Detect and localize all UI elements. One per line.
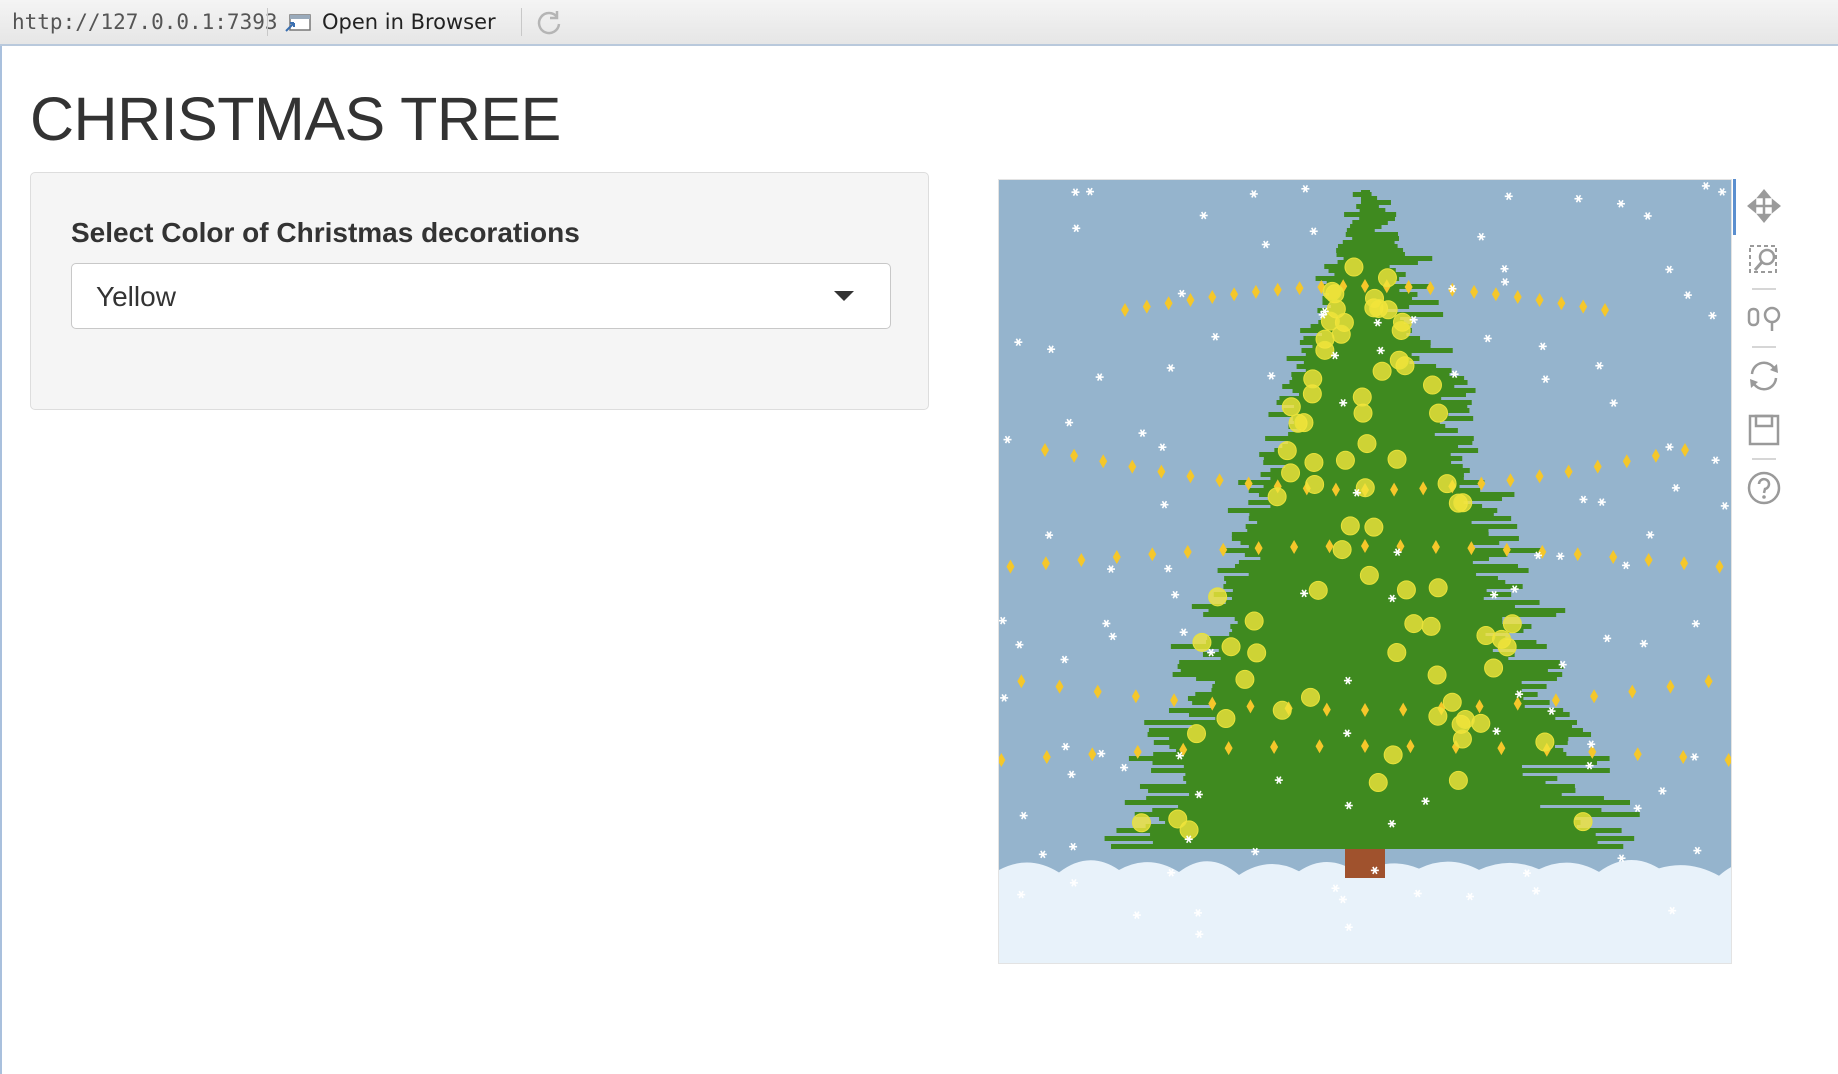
ornament bbox=[1442, 692, 1462, 712]
open-in-browser-label: Open in Browser bbox=[322, 10, 496, 34]
divider bbox=[521, 8, 522, 36]
ornament bbox=[1267, 487, 1287, 507]
ornament bbox=[1364, 517, 1384, 537]
ornament bbox=[1389, 350, 1409, 370]
ornament bbox=[1404, 614, 1424, 634]
ornament bbox=[1378, 300, 1398, 320]
ornament bbox=[1355, 478, 1375, 498]
modebar-active-indicator bbox=[1733, 179, 1736, 235]
ornament bbox=[1484, 658, 1504, 678]
address-bar: http://127.0.0.1:7393 Open in Browser bbox=[0, 0, 1838, 46]
ornament bbox=[1387, 449, 1407, 469]
ornament bbox=[1387, 643, 1407, 663]
ornament bbox=[1221, 637, 1241, 657]
ornament bbox=[1396, 580, 1416, 600]
ornament bbox=[1427, 665, 1447, 685]
refresh-icon[interactable] bbox=[534, 7, 564, 37]
ornament bbox=[1453, 493, 1473, 513]
ornament bbox=[1429, 403, 1449, 423]
open-window-icon bbox=[284, 11, 312, 33]
divider bbox=[267, 8, 268, 36]
ornament bbox=[1281, 463, 1301, 483]
ornament bbox=[1132, 813, 1152, 833]
zoom-icon[interactable] bbox=[1744, 240, 1784, 280]
ornament bbox=[1272, 700, 1292, 720]
tree-canvas bbox=[999, 180, 1731, 963]
ornament bbox=[1235, 669, 1255, 689]
ornament bbox=[1315, 340, 1335, 360]
ornament bbox=[1573, 812, 1593, 832]
ornament bbox=[1368, 773, 1388, 793]
help-icon[interactable] bbox=[1744, 468, 1784, 508]
reset-icon[interactable] bbox=[1744, 356, 1784, 396]
ornament bbox=[1455, 709, 1475, 729]
tree-branch bbox=[1111, 844, 1624, 849]
ornament bbox=[1497, 637, 1517, 657]
ornament bbox=[1305, 474, 1325, 494]
ornament bbox=[1421, 616, 1441, 636]
save-icon[interactable] bbox=[1744, 410, 1784, 450]
modebar-divider bbox=[1752, 288, 1776, 290]
ornament bbox=[1428, 706, 1448, 726]
ornament bbox=[1281, 397, 1301, 417]
ornament bbox=[1476, 626, 1496, 646]
caret-down-icon bbox=[834, 291, 854, 301]
ornament bbox=[1437, 474, 1457, 494]
ornament bbox=[1428, 578, 1448, 598]
sidebar-panel: Select Color of Christmas decorations Ye… bbox=[30, 172, 929, 410]
open-in-browser-button[interactable]: Open in Browser bbox=[284, 6, 496, 38]
ornament bbox=[1452, 729, 1472, 749]
page-title: CHRISTMAS TREE bbox=[30, 85, 561, 153]
ornament bbox=[1208, 587, 1228, 607]
ornament bbox=[1502, 614, 1522, 634]
ornament bbox=[1352, 387, 1372, 407]
ornament bbox=[1192, 632, 1212, 652]
color-select-value: Yellow bbox=[96, 281, 176, 312]
ornament bbox=[1372, 361, 1392, 381]
ornament bbox=[1535, 732, 1555, 752]
ornament bbox=[1168, 809, 1188, 829]
plot-modebar bbox=[1744, 186, 1784, 508]
ornament bbox=[1322, 281, 1342, 301]
ornament bbox=[1300, 687, 1320, 707]
ornament bbox=[1332, 540, 1352, 560]
ornament bbox=[1422, 375, 1442, 395]
ornament bbox=[1357, 434, 1377, 454]
ornament bbox=[1344, 257, 1364, 277]
ornament bbox=[1359, 565, 1379, 585]
color-select-label: Select Color of Christmas decorations bbox=[71, 217, 580, 248]
ornament bbox=[1277, 441, 1297, 461]
ornament bbox=[1216, 708, 1236, 728]
modebar-divider bbox=[1752, 458, 1776, 460]
ornament bbox=[1383, 745, 1403, 765]
ornament bbox=[1247, 643, 1267, 663]
color-select[interactable]: Yellow bbox=[71, 263, 891, 329]
ornament bbox=[1353, 403, 1373, 423]
ornament bbox=[1331, 324, 1351, 344]
tree-top bbox=[1361, 190, 1370, 220]
modebar-divider bbox=[1752, 346, 1776, 348]
viewer-border bbox=[0, 46, 2, 1074]
ornament bbox=[1335, 450, 1355, 470]
ornament bbox=[1294, 413, 1314, 433]
ornament bbox=[1244, 611, 1264, 631]
ornament bbox=[1340, 516, 1360, 536]
ornament bbox=[1304, 452, 1324, 472]
ornament bbox=[1391, 320, 1411, 340]
url-text[interactable]: http://127.0.0.1:7393 bbox=[12, 10, 278, 34]
ornament bbox=[1303, 369, 1323, 389]
ornament bbox=[1308, 580, 1328, 600]
compare-icon[interactable] bbox=[1744, 298, 1784, 338]
ornament bbox=[1377, 268, 1397, 288]
pan-icon[interactable] bbox=[1744, 186, 1784, 226]
christmas-tree-plot[interactable] bbox=[998, 179, 1732, 964]
ornament bbox=[1471, 713, 1491, 733]
ornament bbox=[1187, 724, 1207, 744]
ornament bbox=[1448, 770, 1468, 790]
